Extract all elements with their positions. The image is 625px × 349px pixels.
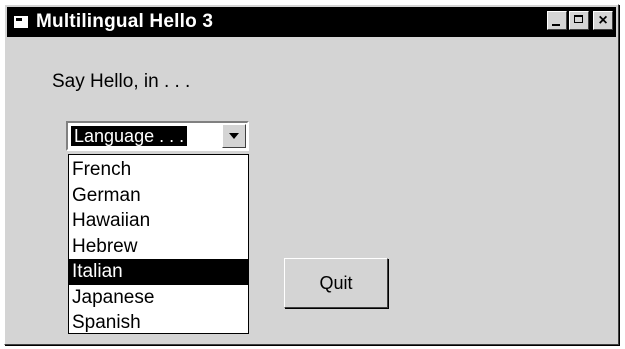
title-bar[interactable]: Multilingual Hello 3 ×	[7, 7, 616, 37]
language-dropdown-list: French German Hawaiian Hebrew Italian Ja…	[68, 154, 249, 334]
close-button[interactable]: ×	[593, 11, 613, 30]
list-item-german[interactable]: German	[69, 183, 248, 209]
list-item-hawaiian[interactable]: Hawaiian	[69, 208, 248, 234]
minimize-button[interactable]	[547, 11, 567, 30]
quit-button[interactable]: Quit	[284, 258, 388, 308]
list-item-spanish[interactable]: Spanish	[69, 310, 248, 336]
list-item-french[interactable]: French	[69, 157, 248, 183]
list-item-hebrew[interactable]: Hebrew	[69, 234, 248, 260]
app-window: Multilingual Hello 3 × Say Hello, in . .…	[4, 4, 619, 345]
language-combo-value: Language . . .	[71, 126, 188, 146]
close-icon: ×	[598, 12, 608, 29]
language-combobox[interactable]: Language . . .	[66, 121, 249, 151]
maximize-button[interactable]	[569, 11, 589, 30]
maximize-icon	[574, 15, 583, 23]
window-title: Multilingual Hello 3	[36, 11, 214, 32]
window-controls: ×	[547, 11, 613, 30]
system-menu-icon[interactable]	[14, 16, 28, 28]
minimize-icon	[552, 24, 560, 26]
list-item-italian[interactable]: Italian	[69, 259, 248, 285]
list-item-japanese[interactable]: Japanese	[69, 285, 248, 311]
prompt-label: Say Hello, in . . .	[52, 71, 191, 92]
chevron-down-icon[interactable]	[222, 124, 246, 148]
